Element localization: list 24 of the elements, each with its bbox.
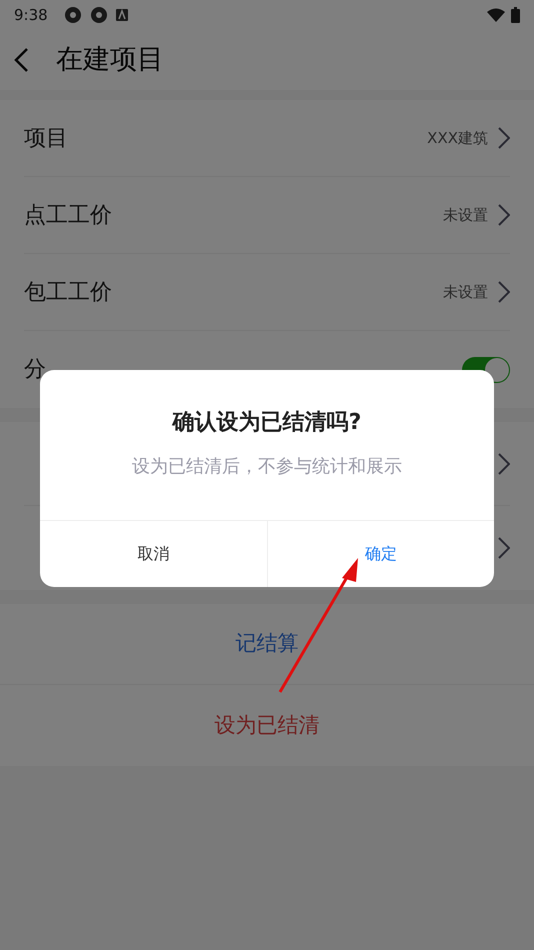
chevron-right-icon [498,127,510,149]
dialog-title: 确认设为已结清吗? [172,409,362,437]
chevron-right-icon [498,281,510,303]
battery-icon [511,7,520,23]
status-time: 9:38 [14,4,48,26]
setting-value: XXX建筑 [427,128,488,149]
setting-label: 点工工价 [24,202,113,230]
chevron-right-icon [498,537,510,559]
setting-label: 包工工价 [24,278,113,306]
dialog-message: 设为已结清后，不参与统计和展示 [132,455,402,479]
setting-label: 分 [24,356,47,384]
chevron-right-icon [498,452,510,474]
setting-label: 项目 [24,124,69,152]
app-icon [90,6,108,24]
record-button[interactable]: 记结算 [236,628,298,660]
page-title: 在建项目 [56,42,164,77]
chevron-right-icon [498,204,510,226]
setting-value: 未设置 [443,282,488,303]
app-icon [64,6,82,24]
wifi-icon [487,8,505,22]
cancel-button[interactable]: 取消 [40,521,266,587]
keyboard-icon [116,9,128,21]
settle-button[interactable]: 设为已结清 [214,710,320,742]
setting-value: 未设置 [443,204,488,226]
